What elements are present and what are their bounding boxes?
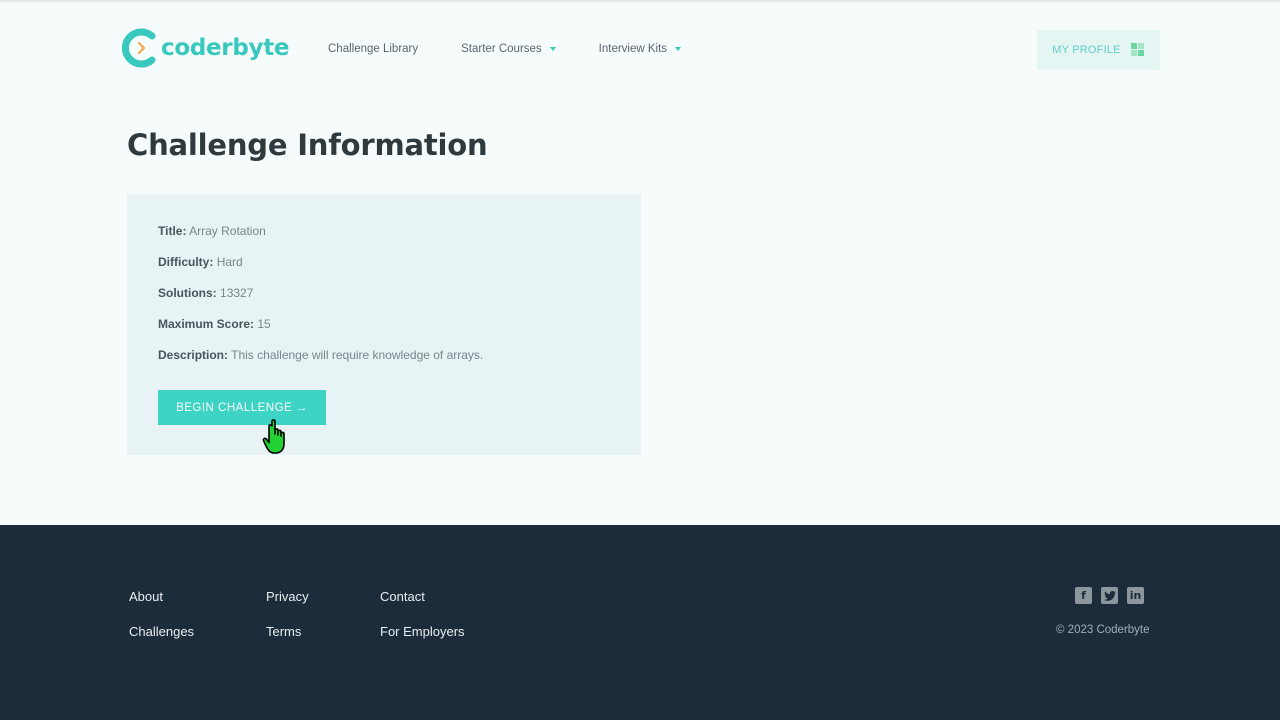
my-profile-label: MY PROFILE xyxy=(1052,44,1121,56)
footer-link-privacy[interactable]: Privacy xyxy=(266,589,309,604)
nav-starter-courses[interactable]: Starter Courses xyxy=(461,43,556,55)
twitter-icon[interactable] xyxy=(1101,587,1118,604)
main-nav: Challenge Library Starter Courses Interv… xyxy=(328,43,682,55)
hand-pointer-cursor-icon xyxy=(262,419,285,454)
footer-link-about[interactable]: About xyxy=(129,589,163,604)
field-max-score: Maximum Score: 15 xyxy=(158,317,271,331)
footer-link-for-employers[interactable]: For Employers xyxy=(380,624,465,639)
footer-link-terms[interactable]: Terms xyxy=(266,624,301,639)
social-links: f in xyxy=(1075,587,1153,604)
begin-challenge-button[interactable]: BEGIN CHALLENGE → xyxy=(158,390,326,425)
logo-text: coderbyte xyxy=(161,35,290,61)
field-difficulty-label: Difficulty: xyxy=(158,255,214,269)
nav-challenge-library[interactable]: Challenge Library xyxy=(328,43,418,55)
field-difficulty: Difficulty: Hard xyxy=(158,255,243,269)
field-title-label: Title: xyxy=(158,224,187,238)
site-header: coderbyte Challenge Library Starter Cour… xyxy=(0,0,1280,100)
nav-starter-courses-label: Starter Courses xyxy=(461,43,542,55)
copyright-text: © 2023 Coderbyte xyxy=(1056,624,1150,636)
profile-grid-icon xyxy=(1130,43,1145,57)
site-footer: About Privacy Contact Challenges Terms F… xyxy=(0,525,1280,720)
footer-link-contact[interactable]: Contact xyxy=(380,589,425,604)
field-solutions: Solutions: 13327 xyxy=(158,286,253,300)
field-title-value: Array Rotation xyxy=(189,224,266,238)
field-description: Description: This challenge will require… xyxy=(158,348,483,362)
field-description-label: Description: xyxy=(158,348,229,362)
nav-challenge-library-label: Challenge Library xyxy=(328,43,419,55)
coderbyte-logo-icon xyxy=(121,28,160,68)
field-difficulty-value: Hard xyxy=(216,255,243,269)
field-max-score-value: 15 xyxy=(257,317,271,331)
footer-link-challenges[interactable]: Challenges xyxy=(129,624,194,639)
facebook-icon[interactable]: f xyxy=(1075,587,1092,604)
nav-interview-kits-label: Interview Kits xyxy=(598,43,668,55)
field-max-score-label: Maximum Score: xyxy=(158,317,255,331)
caret-down-icon xyxy=(675,47,682,51)
caret-down-icon xyxy=(549,47,556,51)
nav-interview-kits[interactable]: Interview Kits xyxy=(598,43,682,55)
field-solutions-label: Solutions: xyxy=(158,286,217,300)
field-description-value: This challenge will require knowledge of… xyxy=(231,348,484,362)
field-title: Title: Array Rotation xyxy=(158,224,266,238)
field-solutions-value: 13327 xyxy=(220,286,254,300)
coderbyte-logo[interactable]: coderbyte xyxy=(121,28,290,68)
page-title: Challenge Information xyxy=(127,128,488,162)
challenge-info-card: Title: Array Rotation Difficulty: Hard S… xyxy=(127,194,641,455)
my-profile-button[interactable]: MY PROFILE xyxy=(1037,30,1160,70)
linkedin-icon[interactable]: in xyxy=(1127,587,1144,604)
